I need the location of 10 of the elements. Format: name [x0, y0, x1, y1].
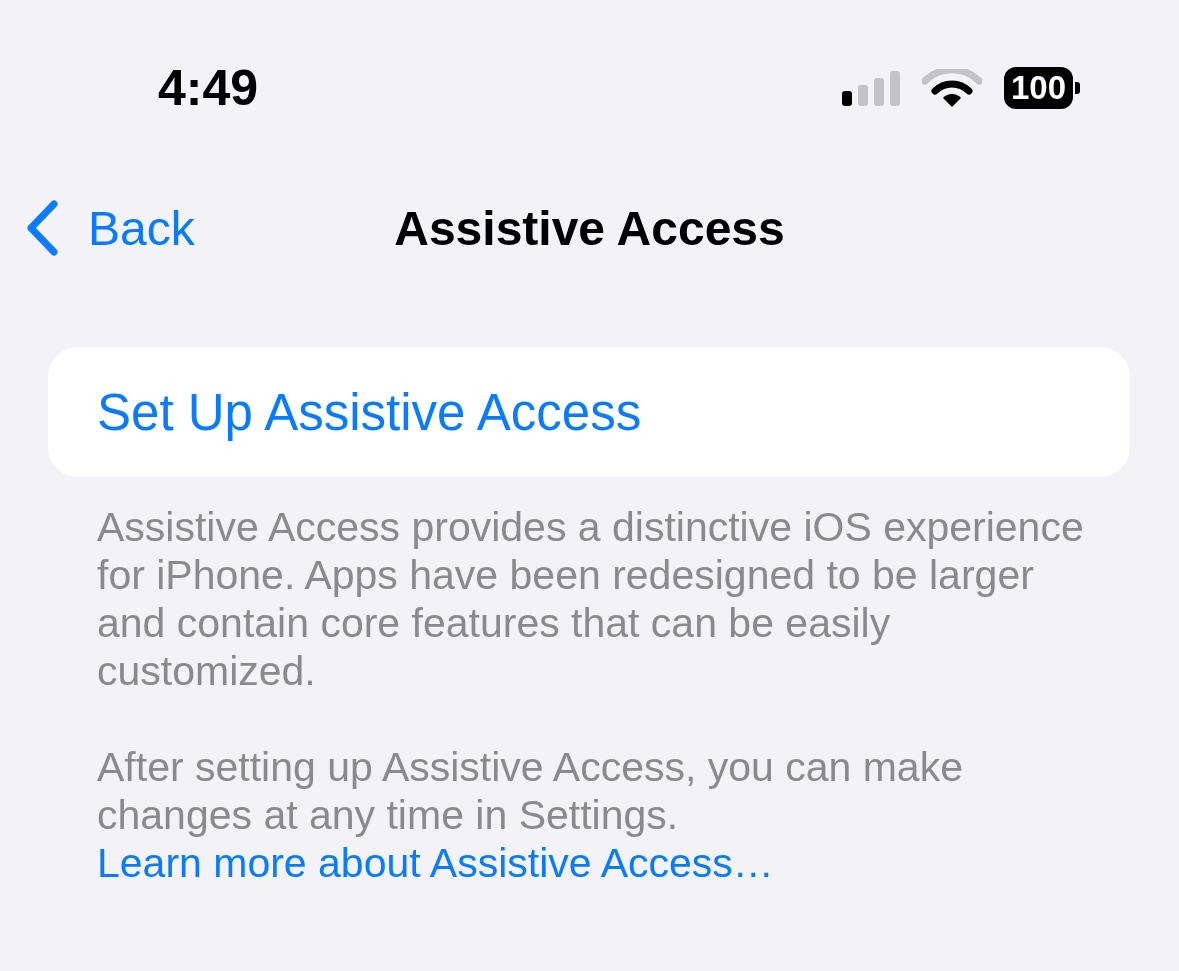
footer-text: Assistive Access provides a distinctive iOS experience for iPhone. Apps have been redesigned to be larger and contain core features that can be easily customized.: [97, 503, 1085, 695]
setup-button[interactable]: Set Up Assistive Access: [48, 347, 1130, 477]
chevron-left-icon: [26, 200, 58, 256]
wifi-icon: [921, 69, 982, 107]
back-button[interactable]: Back: [26, 200, 195, 256]
footer-text: After setting up Assistive Access, you can make changes at any time in Settings. Learn more about Assistive Access…: [97, 743, 964, 887]
page-title: Assistive Access: [394, 200, 785, 256]
learn-more-link[interactable]: Learn more about Assistive Access…: [97, 840, 774, 886]
signal-icon: [841, 70, 900, 106]
status-time: 4:49: [158, 59, 259, 117]
